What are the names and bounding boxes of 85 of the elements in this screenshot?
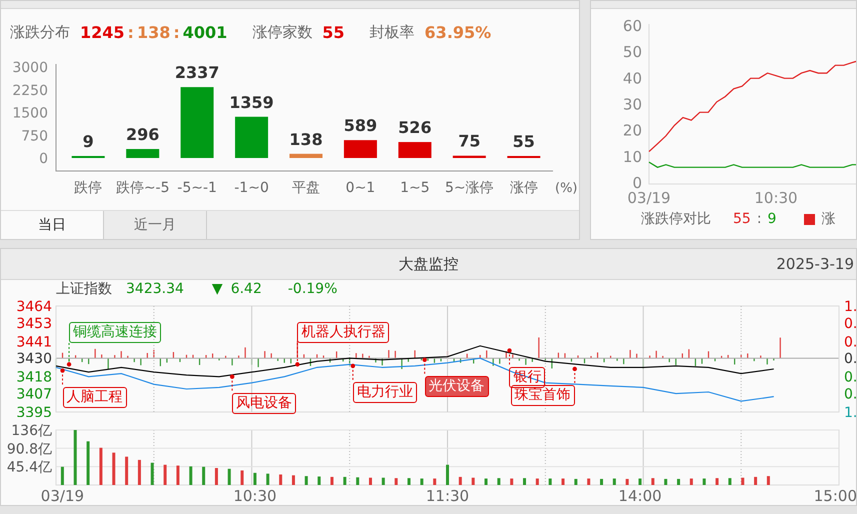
category-label: 5~涨停 (445, 180, 494, 196)
axis-label: 3000 (12, 60, 48, 76)
axis-label: 1. (844, 405, 856, 417)
category-label: 跌停 (74, 180, 102, 196)
stat-label: 涨停家数 (252, 22, 312, 44)
axis-label: 30 (622, 96, 642, 114)
event-tag[interactable]: 珠宝首饰 (510, 384, 575, 406)
value-label: 2337 (174, 63, 220, 82)
value-label: 1359 (229, 92, 274, 112)
stat-value: 4001 (182, 22, 228, 44)
axis-label: 03/19 (40, 487, 84, 505)
axis-label: 15:00 (814, 487, 856, 505)
axis-label: 0. (844, 386, 856, 403)
axis-label: 90.8亿 (6, 441, 52, 458)
value-label: 9 (82, 132, 94, 151)
value-label: 589 (344, 116, 378, 136)
category-label: 平盘 (292, 180, 320, 196)
event-tag[interactable]: 电力行业 (352, 382, 417, 403)
separator: : (173, 22, 180, 44)
panel-title: 大盘监控 (398, 254, 458, 275)
axis-label: 1. (844, 299, 856, 315)
event-tag[interactable]: 铜缆高速连接 (69, 322, 162, 343)
axis-label: 750 (21, 128, 48, 144)
down-count: 9 (768, 210, 776, 229)
axis-label: 3430 (16, 351, 52, 368)
axis-label: 11:30 (426, 487, 470, 505)
axis-label: 45.4亿 (6, 460, 52, 476)
down-arrow-icon: ▼ (212, 278, 223, 300)
axis-label: 3418 (16, 370, 52, 386)
value-label: 138 (289, 130, 323, 149)
axis-label: 14:00 (618, 487, 662, 505)
category-label: 涨停 (510, 180, 538, 196)
index-name: 上证指数 (56, 280, 112, 298)
tab[interactable]: 当日 (1, 211, 104, 239)
axis-label: 60 (622, 17, 642, 35)
category-label: 跌停~-5 (116, 180, 170, 196)
category-label: 1~5 (400, 180, 430, 196)
axis-label: 0. (844, 334, 856, 350)
axis-label: 0 (39, 151, 48, 167)
stat-label: 涨跌分布 (10, 22, 70, 44)
axis-label: 136亿 (11, 423, 52, 439)
axis-label: 10:30 (754, 189, 798, 207)
stat-value: 138 (136, 22, 170, 44)
axis-label: 0. (844, 351, 856, 368)
change-value: 6.42 (230, 280, 262, 298)
category-label: -1~0 (234, 180, 269, 196)
axis-label: 3407 (16, 386, 52, 403)
separator: : (128, 22, 134, 44)
axis-label: 3464 (16, 299, 52, 315)
axis-label: 40 (622, 69, 642, 88)
change-percent: -0.19% (288, 280, 338, 298)
axis-label: 0 (632, 174, 642, 192)
axis-label: 0. (844, 316, 856, 332)
axis-label: 1500 (12, 106, 48, 122)
event-tag[interactable]: 光伏设备 (424, 376, 489, 397)
stat-value: 1245 (80, 22, 125, 44)
axis-label: 10:30 (233, 487, 277, 505)
legend-label: 涨 (821, 210, 836, 229)
event-tag[interactable]: 人脑工程 (62, 386, 127, 408)
value-label: 55 (512, 132, 535, 151)
category-label: 0~1 (346, 180, 376, 196)
stat-value: 55 (322, 22, 345, 44)
index-price: 3423.34 (126, 280, 184, 298)
event-tag[interactable]: 机器人执行器 (297, 322, 390, 343)
axis-label: 3441 (16, 334, 52, 350)
axis-label: 2250 (12, 82, 48, 99)
axis-label: 3395 (16, 405, 52, 417)
value-label: 75 (458, 132, 480, 151)
legend-label: 涨跌停对比 (641, 210, 711, 229)
value-label: 296 (126, 125, 160, 144)
axis-label: 20 (622, 122, 642, 140)
up-count: 55 (733, 210, 751, 229)
event-tag[interactable]: 风电设备 (232, 392, 296, 414)
stat-label: 封板率 (370, 22, 415, 44)
axis-label: 10 (622, 148, 642, 166)
value-label: 526 (398, 118, 432, 138)
axis-label: 50 (622, 43, 642, 62)
date-label: 2025-3-19 (776, 254, 855, 275)
category-label: -5~-1 (177, 180, 217, 196)
stat-value: 63.95% (424, 22, 492, 44)
axis-label: 03/19 (627, 189, 671, 207)
unit-label: (%) (555, 181, 578, 196)
separator: : (756, 210, 762, 229)
axis-label: 3453 (16, 316, 52, 332)
axis-label: 0. (844, 370, 856, 386)
